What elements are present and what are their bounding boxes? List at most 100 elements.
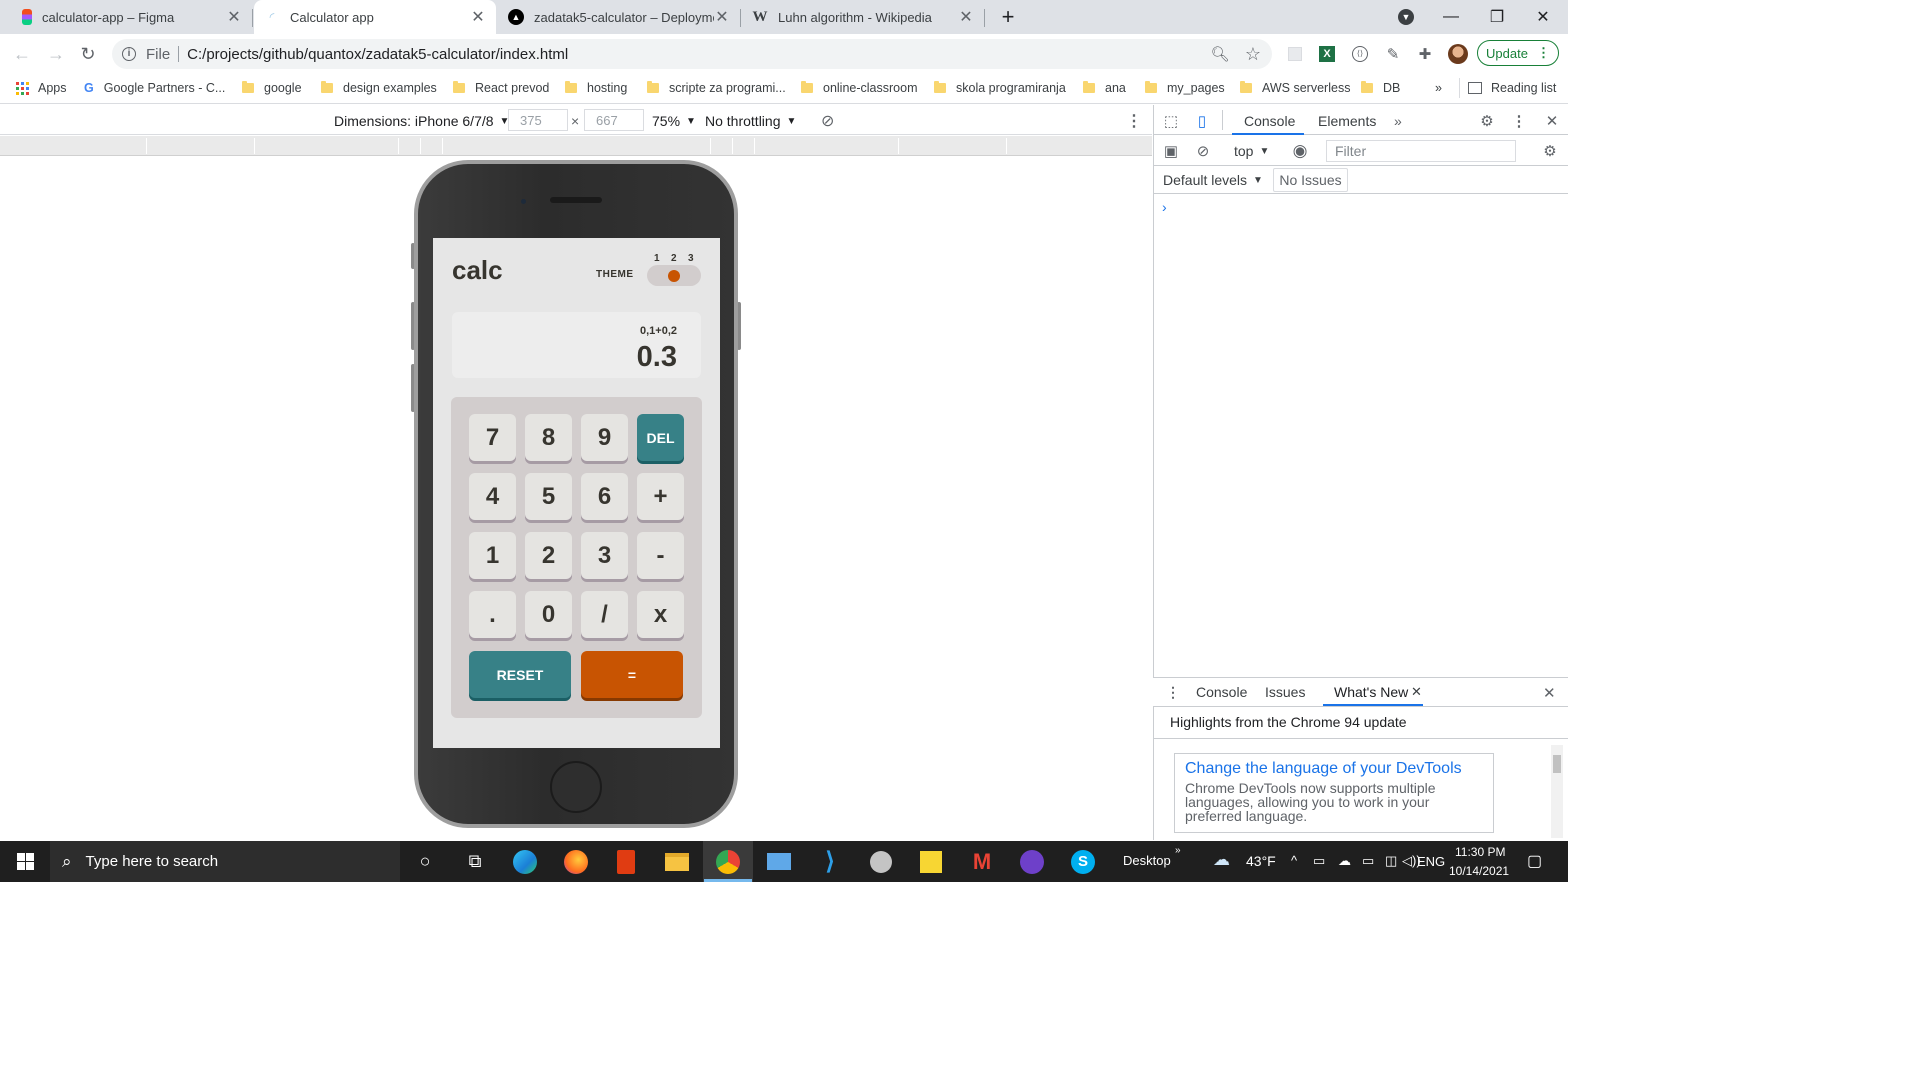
address-bar[interactable]: i File C:/projects/github/quantox/zadata… <box>112 39 1272 69</box>
restore-icon[interactable]: ❐ <box>1474 0 1520 34</box>
tab-wikipedia[interactable]: W Luhn algorithm - Wikipedia ✕ <box>742 0 984 34</box>
clock-time[interactable]: 11:30 PM <box>1455 845 1505 859</box>
close-icon[interactable]: ✕ <box>958 7 974 27</box>
bookmark-skola-programiranja[interactable]: skola programiranja <box>934 78 1066 98</box>
drawer-tab-console[interactable]: Console <box>1196 684 1247 700</box>
mail-icon[interactable] <box>754 841 804 882</box>
bookmark-ana[interactable]: ana <box>1083 78 1126 98</box>
back-arrow-icon[interactable]: ← <box>8 40 36 68</box>
key-1[interactable]: 1 <box>469 532 516 579</box>
minimize-icon[interactable]: — <box>1428 0 1474 34</box>
throttling-select[interactable]: No throttling ▼ <box>705 111 796 131</box>
console-prompt-chevron-icon[interactable]: › <box>1162 199 1167 215</box>
devtools-menu-icon[interactable]: ⋮ <box>1508 110 1530 132</box>
reading-list[interactable]: Reading list <box>1459 78 1556 98</box>
toolbar-chevron-icon[interactable]: » <box>1175 845 1181 856</box>
more-tabs-chevron-icon[interactable]: » <box>1394 111 1402 131</box>
bookmark-hosting[interactable]: hosting <box>565 78 627 98</box>
profile-avatar[interactable] <box>1446 42 1470 66</box>
bookmark-react-prevod[interactable]: React prevod <box>453 78 549 98</box>
key-multiply[interactable]: x <box>637 591 684 638</box>
key-divide[interactable]: / <box>581 591 628 638</box>
zoom-search-icon[interactable]: 🔍︎ <box>1208 42 1232 66</box>
more-options-icon[interactable]: ⋮ <box>1126 111 1142 131</box>
chrome-icon[interactable] <box>703 841 753 882</box>
key-9[interactable]: 9 <box>581 414 628 461</box>
sticky-notes-icon[interactable] <box>906 841 956 882</box>
bookmark-scripte[interactable]: scripte za programi... <box>647 78 786 98</box>
issues-button[interactable]: No Issues <box>1273 168 1348 192</box>
meet-now-icon[interactable]: ▭ <box>1313 853 1325 869</box>
key-decimal[interactable]: . <box>469 591 516 638</box>
key-7[interactable]: 7 <box>469 414 516 461</box>
update-button[interactable]: Update ⋮ <box>1477 40 1559 66</box>
start-windows-icon[interactable] <box>0 841 50 882</box>
drawer-tab-issues[interactable]: Issues <box>1265 684 1305 700</box>
key-8[interactable]: 8 <box>525 414 572 461</box>
github-desktop-icon[interactable] <box>1007 841 1057 882</box>
device-toggle-icon[interactable]: ▯ <box>1191 110 1213 132</box>
edge-icon[interactable] <box>500 841 550 882</box>
weather-temp[interactable]: 43°F <box>1246 853 1276 869</box>
tab-elements[interactable]: Elements <box>1318 111 1376 131</box>
key-plus[interactable]: + <box>637 473 684 520</box>
task-view-icon[interactable]: ⧉ <box>450 841 500 882</box>
gmail-icon[interactable]: M <box>957 841 1007 882</box>
inspect-element-icon[interactable]: ⬚ <box>1160 110 1182 132</box>
key-minus[interactable]: - <box>637 532 684 579</box>
taskbar-search[interactable]: ⌕ Type here to search <box>50 841 400 882</box>
context-select[interactable]: top ▼ <box>1234 141 1269 161</box>
extension-eyedropper-icon[interactable]: ✎ <box>1381 42 1405 66</box>
vscode-icon[interactable]: ⟩ <box>805 841 855 882</box>
window-close-icon[interactable]: ✕ <box>1520 0 1566 34</box>
tab-figma[interactable]: calculator-app – Figma ✕ <box>12 0 252 34</box>
tab-vercel-deployment[interactable]: ▲ zadatak5-calculator – Deploymen ✕ <box>498 0 740 34</box>
cortana-icon[interactable]: ○ <box>400 841 450 882</box>
zoom-select[interactable]: 75% ▼ <box>652 111 696 131</box>
tray-chevron-up-icon[interactable]: ^ <box>1291 853 1297 868</box>
info-icon[interactable]: i <box>122 47 136 61</box>
file-explorer-icon[interactable] <box>652 841 702 882</box>
office-icon[interactable] <box>601 841 651 882</box>
bookmarks-overflow-chevron-icon[interactable]: » <box>1435 78 1442 98</box>
onedrive-cloud-icon[interactable]: ☁ <box>1338 853 1351 869</box>
drawer-scrollbar-thumb[interactable] <box>1553 755 1561 773</box>
filter-input[interactable]: Filter <box>1326 140 1516 162</box>
key-del[interactable]: DEL <box>637 414 684 461</box>
close-tab-icon[interactable]: ✕ <box>1411 684 1422 700</box>
snip-sketch-icon[interactable] <box>856 841 906 882</box>
console-settings-gear-icon[interactable]: ⚙ <box>1539 140 1561 162</box>
url-text[interactable]: C:/projects/github/quantox/zadatak5-calc… <box>187 46 568 63</box>
close-icon[interactable]: ✕ <box>226 7 242 27</box>
settings-gear-icon[interactable]: ⚙ <box>1476 110 1498 132</box>
drawer-close-icon[interactable]: ✕ <box>1543 684 1556 702</box>
default-levels-select[interactable]: Default levels ▼ <box>1163 170 1263 190</box>
drawer-tab-whats-new[interactable]: What's New <box>1334 684 1408 700</box>
skype-icon[interactable]: S <box>1058 841 1108 882</box>
bookmark-aws-serverless[interactable]: AWS serverless <box>1240 78 1350 98</box>
notifications-icon[interactable]: ▢ <box>1527 851 1542 871</box>
close-icon[interactable]: ✕ <box>470 7 486 27</box>
key-0[interactable]: 0 <box>525 591 572 638</box>
reset-button[interactable]: RESET <box>469 651 571 698</box>
bookmark-google[interactable]: google <box>242 78 302 98</box>
sidebar-toggle-icon[interactable]: ▣ <box>1160 140 1182 162</box>
whats-new-card[interactable]: Change the language of your DevTools Chr… <box>1174 753 1494 833</box>
extensions-puzzle-icon[interactable]: ✚ <box>1413 42 1437 66</box>
key-3[interactable]: 3 <box>581 532 628 579</box>
bookmark-star-icon[interactable]: ☆ <box>1241 42 1265 66</box>
firefox-icon[interactable] <box>551 841 601 882</box>
network-icon[interactable]: ◫ <box>1385 853 1397 869</box>
clear-console-icon[interactable]: ⊘ <box>1192 140 1214 162</box>
extension-code-icon[interactable]: ⟨⟩ <box>1348 42 1372 66</box>
battery-icon[interactable]: ▭ <box>1362 853 1374 869</box>
key-5[interactable]: 5 <box>525 473 572 520</box>
media-query-ruler[interactable] <box>0 136 1152 156</box>
clock-date[interactable]: 10/14/2021 <box>1449 864 1509 878</box>
bookmark-online-classroom[interactable]: online-classroom <box>801 78 917 98</box>
device-select[interactable]: Dimensions: iPhone 6/7/8 ▼ <box>334 111 509 131</box>
height-input[interactable]: 667 <box>584 109 644 131</box>
devtools-close-icon[interactable]: ✕ <box>1541 110 1563 132</box>
new-tab-plus-icon[interactable]: + <box>985 0 1031 34</box>
bookmark-design-examples[interactable]: design examples <box>321 78 437 98</box>
